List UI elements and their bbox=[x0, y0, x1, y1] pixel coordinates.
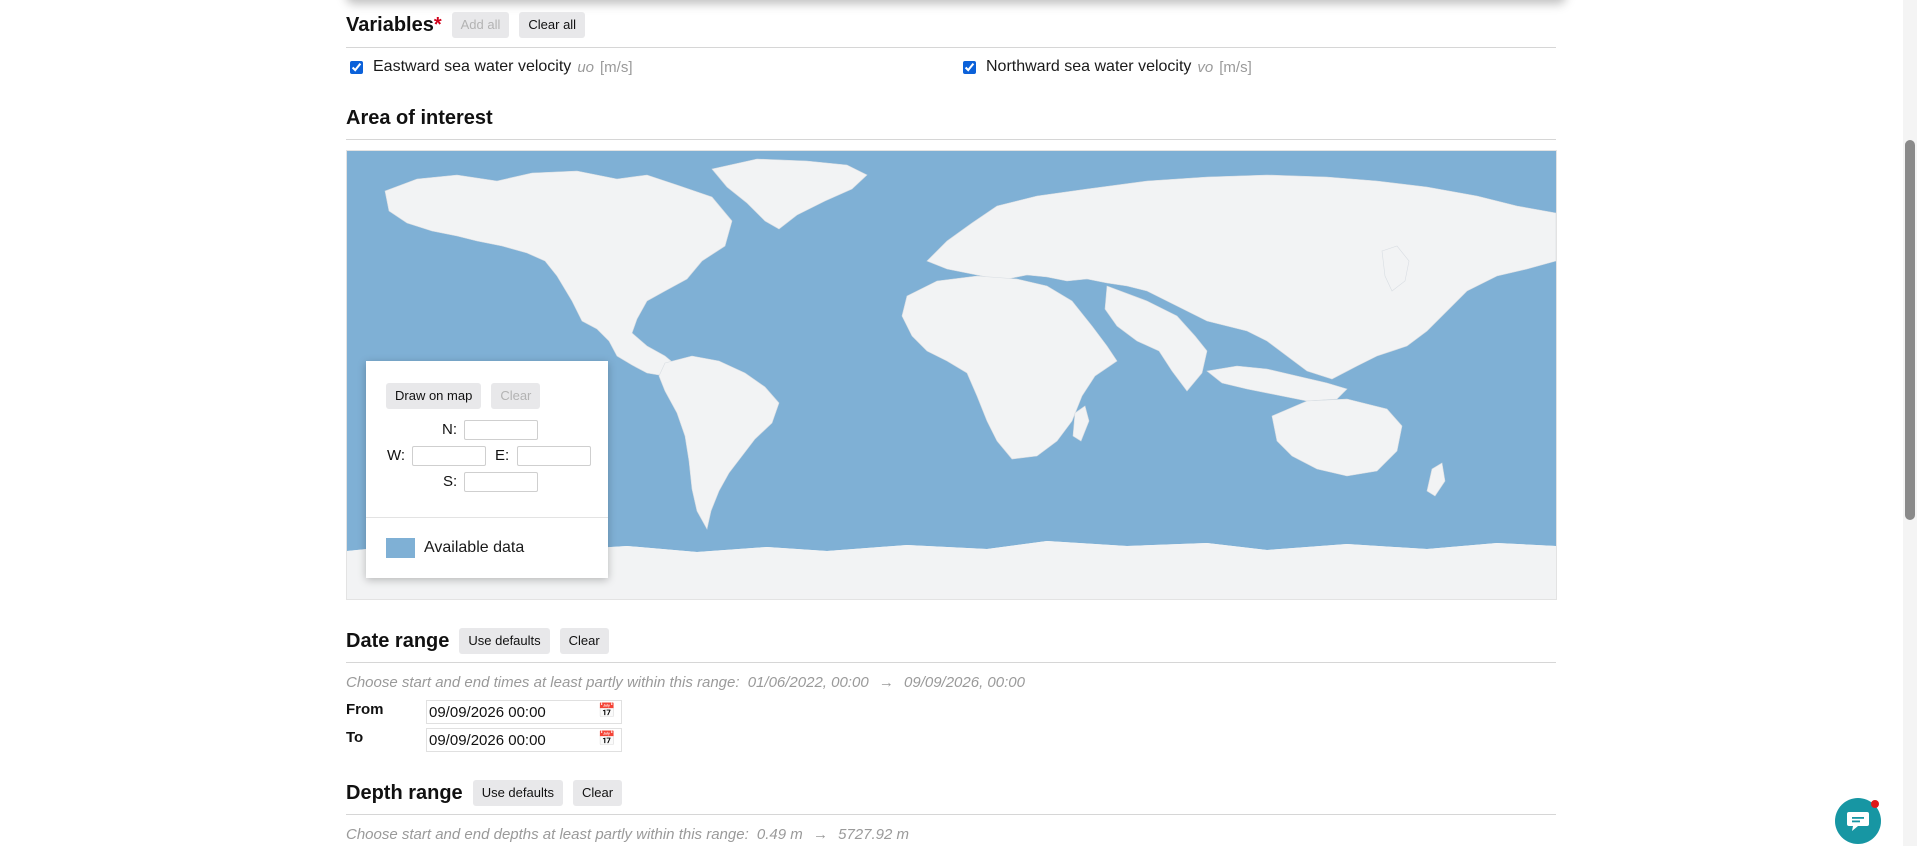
available-data-label: Available data bbox=[424, 539, 525, 556]
variable-vo-unit: [m/s] bbox=[1219, 58, 1252, 76]
variable-uo-label: Eastward sea water velocity bbox=[373, 58, 572, 75]
chat-button[interactable] bbox=[1835, 798, 1881, 844]
add-all-button[interactable]: Add all bbox=[451, 12, 510, 38]
west-input[interactable] bbox=[412, 446, 486, 466]
depth-range-hint: Choose start and end depths at least par… bbox=[346, 826, 909, 843]
depth-hint-arrow: → bbox=[812, 826, 828, 843]
chat-icon bbox=[1847, 812, 1869, 831]
to-datetime-input[interactable] bbox=[426, 728, 622, 752]
date-range-divider bbox=[346, 662, 1556, 663]
clear-all-button[interactable]: Clear all bbox=[519, 12, 586, 38]
area-selection-panel: Draw on map Clear N: W: E: S: Available … bbox=[366, 361, 608, 578]
depth-range-divider bbox=[346, 814, 1556, 815]
from-label: From bbox=[346, 701, 384, 718]
depth-range-header: Depth range Use defaults Clear bbox=[346, 780, 623, 806]
area-title: Area of interest bbox=[346, 107, 493, 129]
required-mark: * bbox=[433, 13, 442, 36]
to-label: To bbox=[346, 729, 364, 746]
from-calendar-icon[interactable]: 📅 bbox=[598, 702, 615, 719]
depth-use-defaults-button[interactable]: Use defaults bbox=[472, 780, 563, 806]
variable-vo-checkbox[interactable] bbox=[963, 60, 976, 74]
panel-button-row: Draw on map Clear bbox=[386, 383, 541, 409]
from-datetime-input[interactable] bbox=[426, 700, 622, 724]
date-hint-end: 09/09/2026, 00:00 bbox=[904, 674, 1025, 691]
depth-hint-end: 5727.92 m bbox=[838, 826, 910, 843]
to-calendar-icon[interactable]: 📅 bbox=[598, 730, 615, 747]
date-clear-button[interactable]: Clear bbox=[559, 628, 609, 654]
date-hint-arrow: → bbox=[878, 674, 894, 691]
date-use-defaults-button[interactable]: Use defaults bbox=[459, 628, 550, 654]
variable-vo[interactable]: Northward sea water velocity vo [m/s] bbox=[963, 58, 1252, 76]
variable-vo-label: Northward sea water velocity bbox=[986, 58, 1192, 75]
variable-uo-unit: [m/s] bbox=[600, 58, 633, 76]
variables-title: Variables* bbox=[346, 13, 442, 36]
depth-range-title: Depth range bbox=[346, 781, 463, 804]
date-range-hint: Choose start and end times at least part… bbox=[346, 674, 1025, 691]
variables-divider bbox=[346, 47, 1556, 48]
date-range-title: Date range bbox=[346, 629, 450, 652]
world-map[interactable]: Draw on map Clear N: W: E: S: Available … bbox=[346, 150, 1557, 600]
variable-vo-id: vo bbox=[1197, 58, 1214, 76]
west-label: W: bbox=[387, 447, 406, 464]
east-input[interactable] bbox=[517, 446, 591, 466]
clear-area-button[interactable]: Clear bbox=[491, 383, 541, 409]
page-scrollbar[interactable] bbox=[1903, 0, 1917, 846]
date-hint-text: Choose start and end times at least part… bbox=[346, 674, 740, 691]
north-label: N: bbox=[442, 421, 457, 438]
date-hint-start: 01/06/2022, 00:00 bbox=[747, 674, 869, 691]
south-input[interactable] bbox=[464, 472, 538, 492]
south-label: S: bbox=[443, 473, 458, 490]
chat-notification-dot bbox=[1871, 800, 1879, 808]
area-header: Area of interest bbox=[346, 107, 493, 130]
available-data-swatch bbox=[386, 538, 415, 558]
north-input[interactable] bbox=[464, 420, 538, 440]
date-range-header: Date range Use defaults Clear bbox=[346, 628, 609, 654]
depth-clear-button[interactable]: Clear bbox=[572, 780, 623, 806]
depth-hint-start: 0.49 m bbox=[756, 826, 803, 843]
variable-uo[interactable]: Eastward sea water velocity uo [m/s] bbox=[350, 58, 633, 76]
variable-uo-checkbox[interactable] bbox=[350, 60, 363, 74]
depth-hint-text: Choose start and end depths at least par… bbox=[346, 826, 749, 843]
variables-header: Variables* Add all Clear all bbox=[346, 12, 586, 38]
panel-divider bbox=[366, 517, 608, 518]
scrollbar-thumb[interactable] bbox=[1905, 140, 1915, 520]
east-label: E: bbox=[495, 447, 510, 464]
variable-uo-id: uo bbox=[577, 58, 594, 76]
draw-on-map-button[interactable]: Draw on map bbox=[386, 383, 482, 409]
area-divider bbox=[346, 139, 1556, 140]
